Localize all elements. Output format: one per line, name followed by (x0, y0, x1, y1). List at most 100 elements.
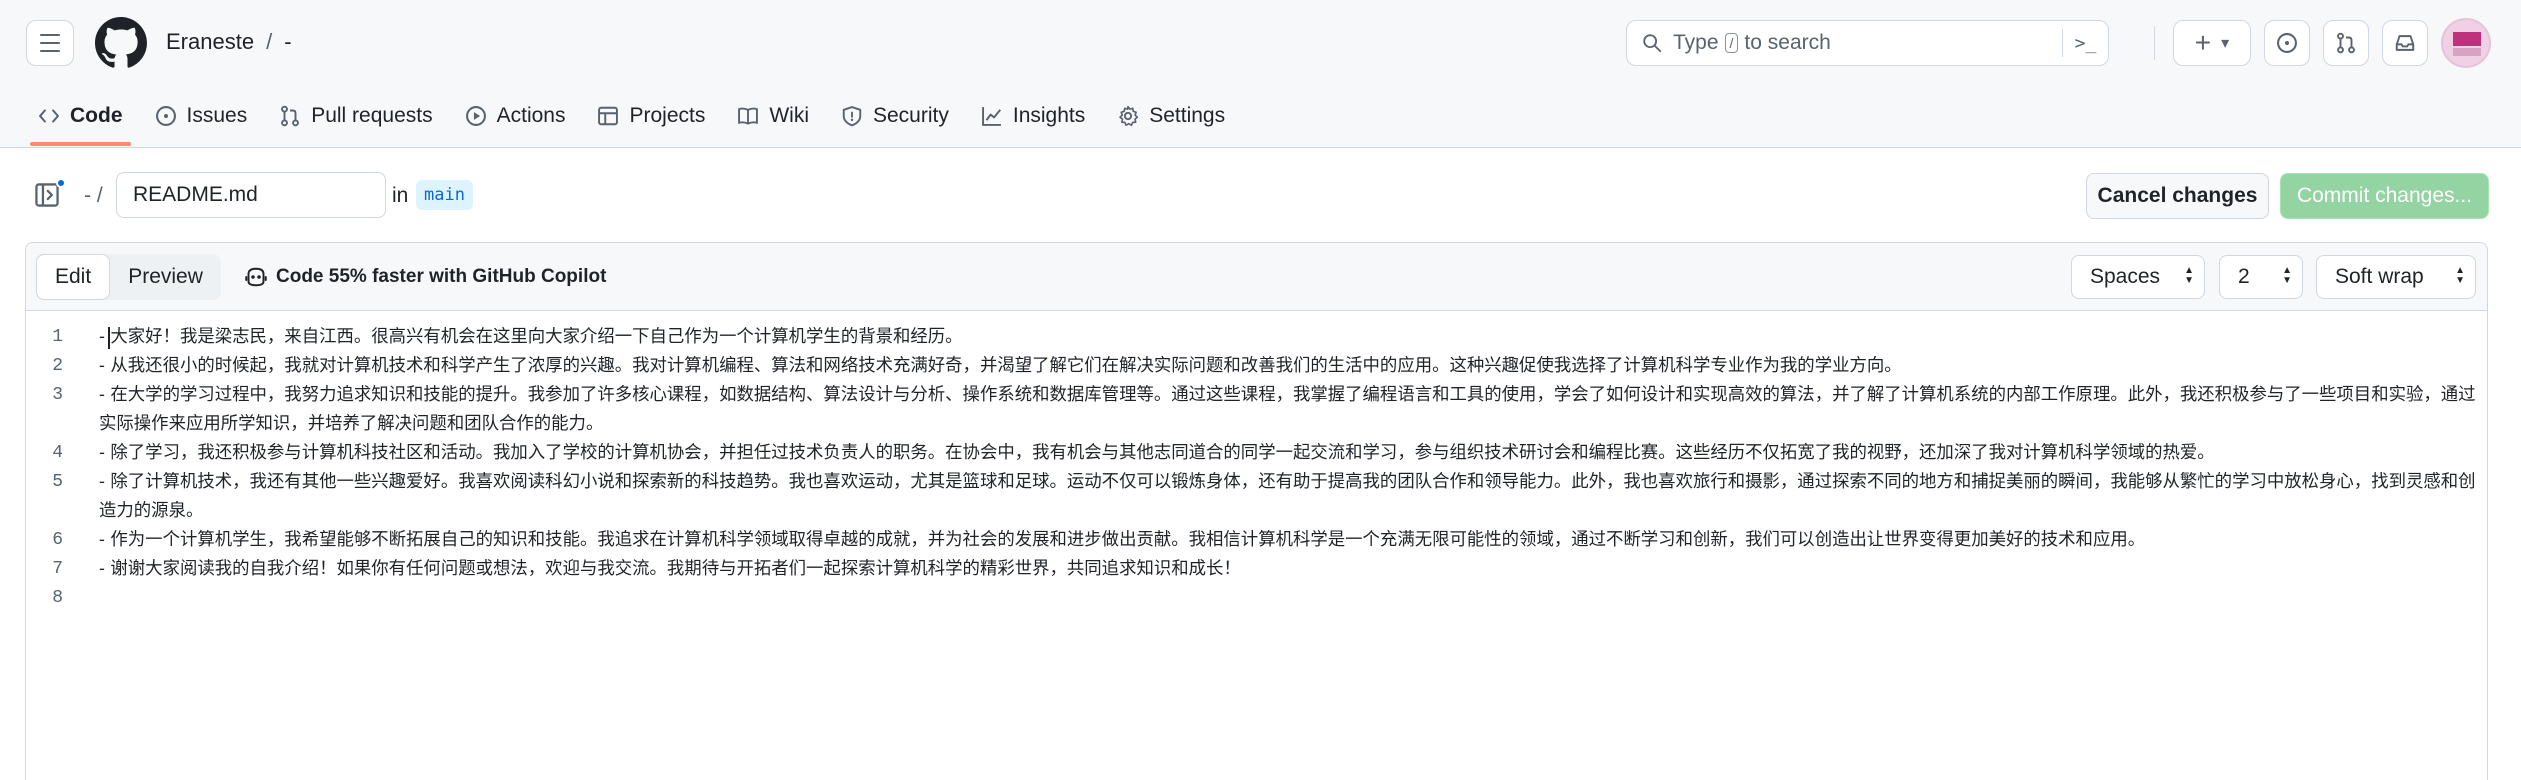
code-line[interactable]: 6 - 作为一个计算机学生，我希望能够不断拓展自己的知识和技能。我追求在计算机科… (26, 526, 2487, 555)
tab-actions[interactable]: Actions (449, 90, 582, 142)
code-area[interactable]: 1 - 大家好！我是梁志民，来自江西。很高兴有机会在这里向大家介绍一下自己作为一… (26, 323, 2487, 613)
search-placeholder-pre: Type (1673, 31, 1719, 54)
edit-tab[interactable]: Edit (36, 254, 111, 300)
search-placeholder-post: to search (1744, 31, 1831, 54)
code-line[interactable]: 7 - 谢谢大家阅读我的自我介绍！如果你有任何问题或想法，欢迎与我交流。我期待与… (26, 555, 2487, 584)
code-line[interactable]: 2 - 从我还很小的时候起，我就对计算机技术和科学产生了浓厚的兴趣。我对计算机编… (26, 352, 2487, 381)
code-icon (39, 109, 59, 123)
issue-circle-icon (155, 106, 176, 126)
graph-icon (981, 107, 1001, 126)
line-text[interactable]: - 大家好！我是梁志民，来自江西。很高兴有机会在这里向大家介绍一下自己作为一个计… (99, 323, 2479, 352)
github-logo-icon[interactable] (95, 17, 147, 69)
text-cursor (108, 327, 110, 349)
line-text[interactable]: - 谢谢大家阅读我的自我介绍！如果你有任何问题或想法，欢迎与我交流。我期待与开拓… (99, 555, 2479, 584)
line-number: 7 (52, 559, 63, 579)
tab-label: Pull requests (311, 104, 433, 127)
edit-mode-toggle: Edit Preview (36, 254, 221, 300)
tab-security[interactable]: Security (825, 90, 965, 142)
breadcrumb[interactable]: - / (84, 184, 103, 208)
line-number: 6 (52, 530, 63, 550)
file-editor: Edit Preview Code 55% faster with GitHub… (25, 242, 2488, 780)
create-new-button[interactable]: + ▾ (2173, 20, 2251, 66)
line-number: 5 (52, 472, 63, 492)
inbox-icon (2395, 35, 2415, 51)
issue-opened-icon (2277, 33, 2297, 53)
code-line[interactable]: 5 - 除了计算机技术，我还有其他一些兴趣爱好。我喜欢阅读科幻小说和探索新的科技… (26, 468, 2487, 526)
search-shortcut-key: / (1724, 33, 1739, 53)
tab-settings[interactable]: Settings (1101, 90, 1241, 142)
line-number: 8 (52, 588, 63, 608)
avatar-pixel-block (2453, 48, 2481, 56)
select-arrows-icon: ▲ ▼ (2184, 265, 2194, 286)
tab-pull-requests[interactable]: Pull requests (263, 90, 448, 142)
preview-tab[interactable]: Preview (110, 254, 221, 300)
code-line[interactable]: 3 - 在大学的学习过程中，我努力追求知识和技能的提升。我参加了许多核心课程，如… (26, 381, 2487, 439)
gear-icon (1119, 105, 1139, 127)
tab-issues[interactable]: Issues (139, 90, 264, 142)
copilot-promo-text: Code 55% faster with GitHub Copilot (276, 266, 607, 287)
wrap-mode-value: Soft wrap (2335, 265, 2424, 288)
repo-owner-link[interactable]: Eraneste (166, 29, 254, 55)
tab-insights[interactable]: Insights (965, 90, 1101, 142)
branch-badge: main (416, 180, 473, 210)
tab-code[interactable]: Code (22, 90, 139, 146)
header-divider (2154, 26, 2155, 60)
line-text[interactable] (99, 584, 2479, 613)
repo-path-separator: / (266, 29, 273, 54)
commit-changes-button[interactable]: Commit changes... (2280, 173, 2489, 219)
tab-label: Projects (629, 104, 706, 127)
menu-bar (40, 34, 60, 36)
copilot-promo-link[interactable]: Code 55% faster with GitHub Copilot (244, 265, 606, 289)
file-edit-bar: - / in main Cancel changes Commit change… (0, 160, 2521, 232)
branch-in-label: in (392, 184, 409, 207)
tab-label: Code (70, 104, 123, 127)
tab-label: Security (873, 104, 949, 127)
table-icon (598, 106, 619, 126)
code-line[interactable]: 1 - 大家好！我是梁志民，来自江西。很高兴有机会在这里向大家介绍一下自己作为一… (26, 323, 2487, 352)
issues-button[interactable] (2264, 20, 2310, 66)
indent-mode-select[interactable]: Spaces ▲ ▼ (2071, 255, 2205, 299)
code-line[interactable]: 4 - 除了学习，我还积极参与计算机科技社区和活动。我加入了学校的计算机协会，并… (26, 439, 2487, 468)
pull-requests-button[interactable] (2323, 20, 2369, 66)
user-avatar[interactable] (2441, 18, 2491, 68)
shield-icon (842, 106, 862, 127)
avatar-pixel-block (2453, 32, 2481, 46)
code-line[interactable]: 8 (26, 584, 2487, 613)
tab-label: Wiki (769, 104, 809, 127)
chevron-down-icon: ▾ (2221, 35, 2230, 52)
cancel-changes-button[interactable]: Cancel changes (2086, 173, 2269, 219)
filename-input[interactable] (116, 172, 386, 218)
search-input[interactable]: Type / to search >_ (1626, 20, 2109, 66)
menu-button[interactable] (26, 20, 74, 66)
select-arrows-icon: ▲ ▼ (2282, 265, 2292, 286)
search-icon (1643, 34, 1662, 53)
line-number: 2 (52, 356, 63, 376)
repo-name-link[interactable]: - (284, 29, 291, 55)
wrap-mode-select[interactable]: Soft wrap ▲ ▼ (2316, 255, 2476, 299)
tab-wiki[interactable]: Wiki (721, 90, 825, 142)
line-number: 4 (52, 443, 63, 463)
global-header: Eraneste / - Type / to search >_ + ▾ Cod… (0, 0, 2521, 148)
editor-toolbar: Edit Preview Code 55% faster with GitHub… (26, 243, 2487, 311)
line-text[interactable]: - 作为一个计算机学生，我希望能够不断拓展自己的知识和技能。我追求在计算机科学领… (99, 526, 2479, 555)
line-text[interactable]: - 除了学习，我还积极参与计算机科技社区和活动。我加入了学校的计算机协会，并担任… (99, 439, 2479, 468)
line-text[interactable]: - 在大学的学习过程中，我努力追求知识和技能的提升。我参加了许多核心课程，如数据… (99, 381, 2479, 439)
notification-dot (56, 178, 66, 188)
line-text[interactable]: - 从我还很小的时候起，我就对计算机技术和科学产生了浓厚的兴趣。我对计算机编程、… (99, 352, 2479, 381)
inbox-button[interactable] (2382, 20, 2428, 66)
command-palette-button[interactable]: >_ (2062, 29, 2108, 57)
tab-label: Issues (186, 104, 248, 127)
indent-size-value: 2 (2238, 265, 2250, 288)
select-arrows-icon: ▲ ▼ (2455, 265, 2465, 286)
indent-size-select[interactable]: 2 ▲ ▼ (2219, 255, 2303, 299)
indent-mode-value: Spaces (2090, 265, 2161, 288)
repo-nav: Code Issues Pull requests Actions Projec… (22, 90, 1241, 146)
tab-projects[interactable]: Projects (581, 90, 721, 142)
line-number: 1 (52, 327, 63, 347)
book-icon (738, 107, 759, 125)
git-pull-request-icon (2337, 32, 2355, 54)
play-icon (465, 106, 486, 126)
pull-request-icon (281, 105, 300, 127)
line-text[interactable]: - 除了计算机技术，我还有其他一些兴趣爱好。我喜欢阅读科幻小说和探索新的科技趋势… (99, 468, 2479, 526)
line-number: 3 (52, 385, 63, 405)
